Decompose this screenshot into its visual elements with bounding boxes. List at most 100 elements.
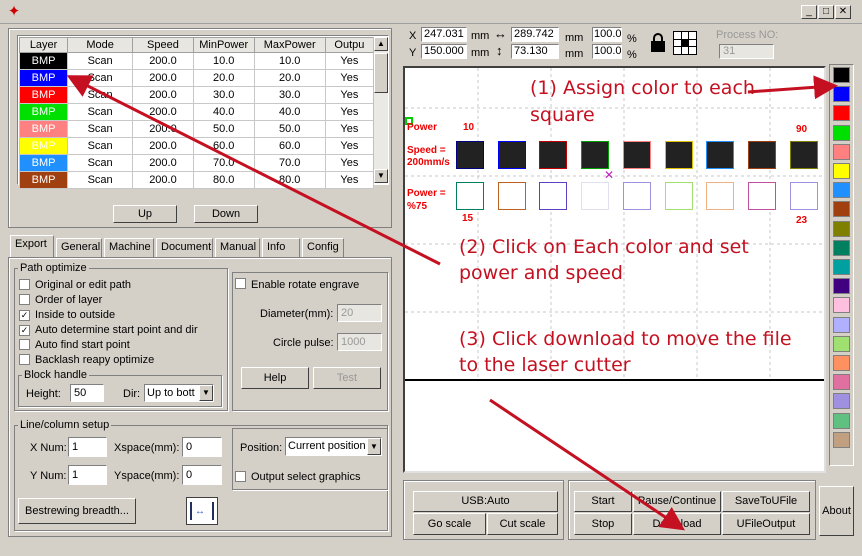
layer-row[interactable]: BMP Scan 200.0 50.0 50.0 Yes xyxy=(18,120,375,138)
layer-column-header[interactable]: MinPower xyxy=(192,37,255,53)
layer-cell[interactable]: 20.0 xyxy=(192,69,255,87)
layer-column-header[interactable]: Speed xyxy=(132,37,194,53)
start-button[interactable]: Start xyxy=(574,491,632,512)
height-input[interactable]: 50 xyxy=(70,384,104,402)
minimize-button[interactable]: _ xyxy=(801,5,817,19)
engrave-square[interactable] xyxy=(706,141,735,169)
layer-cell[interactable]: Scan xyxy=(67,103,134,121)
layer-cell[interactable]: Yes xyxy=(324,52,375,70)
layer-cell[interactable]: Yes xyxy=(324,103,375,121)
layer-cell[interactable]: 80.0 xyxy=(192,171,255,189)
layer-cell[interactable]: 30.0 xyxy=(253,86,326,104)
stop-button[interactable]: Stop xyxy=(574,513,632,535)
layer-row[interactable]: BMP Scan 200.0 70.0 70.0 Yes xyxy=(18,154,375,172)
diameter-input[interactable]: 20 xyxy=(337,304,382,322)
color-swatch[interactable] xyxy=(833,201,850,218)
tab-machine[interactable]: Machine xyxy=(104,238,154,257)
layer-column-header[interactable]: Layer xyxy=(18,37,69,53)
color-swatch[interactable] xyxy=(833,278,850,295)
layer-row[interactable]: BMP Scan 200.0 40.0 40.0 Yes xyxy=(18,103,375,121)
scroll-thumb[interactable] xyxy=(374,53,388,93)
outline-square[interactable] xyxy=(747,182,776,210)
x-input[interactable]: 247.031 xyxy=(421,27,467,42)
layer-color-cell[interactable]: BMP xyxy=(18,103,69,121)
outline-square[interactable] xyxy=(497,182,526,210)
layer-cell[interactable]: Scan xyxy=(67,171,134,189)
tab-info[interactable]: Info xyxy=(262,238,300,257)
chevron-down-icon[interactable]: ▼ xyxy=(199,385,213,401)
layer-table-scrollbar[interactable]: ▲ ▼ xyxy=(373,37,388,183)
layer-color-cell[interactable]: BMP xyxy=(18,154,69,172)
layer-cell[interactable]: Yes xyxy=(324,154,375,172)
scroll-up-icon[interactable]: ▲ xyxy=(374,37,388,51)
layer-up-button[interactable]: Up xyxy=(113,205,177,223)
go-scale-button[interactable]: Go scale xyxy=(413,513,486,535)
outline-square[interactable] xyxy=(581,182,610,210)
color-swatch[interactable] xyxy=(833,393,850,410)
color-swatch[interactable] xyxy=(833,124,850,141)
engrave-square[interactable] xyxy=(497,141,526,169)
engrave-square[interactable] xyxy=(622,141,651,169)
layer-column-header[interactable]: Outpu xyxy=(324,37,375,53)
layer-cell[interactable]: 200.0 xyxy=(132,52,194,70)
color-swatch[interactable] xyxy=(833,297,850,314)
enable-rotate-checkbox[interactable] xyxy=(235,278,246,292)
tab-export[interactable]: Export xyxy=(10,235,54,258)
layer-cell[interactable]: Scan xyxy=(67,69,134,87)
layer-cell[interactable]: 200.0 xyxy=(132,69,194,87)
outline-square[interactable] xyxy=(664,182,693,210)
color-swatch[interactable] xyxy=(833,355,850,371)
layer-row[interactable]: BMP Scan 200.0 80.0 80.0 Yes xyxy=(18,171,375,189)
scale-x-input[interactable]: 100.0 xyxy=(592,27,622,42)
layer-cell[interactable]: 20.0 xyxy=(253,69,326,87)
layer-cell[interactable]: 30.0 xyxy=(192,86,255,104)
layer-color-cell[interactable]: BMP xyxy=(18,86,69,104)
layer-cell[interactable]: 40.0 xyxy=(192,103,255,121)
circle-pulse-input[interactable]: 1000 xyxy=(337,333,382,351)
layer-color-cell[interactable]: BMP xyxy=(18,69,69,87)
outline-square[interactable] xyxy=(456,182,484,210)
layer-cell[interactable]: Scan xyxy=(67,154,134,172)
layer-color-cell[interactable]: BMP xyxy=(18,120,69,138)
color-swatch[interactable] xyxy=(833,259,850,275)
output-select-checkbox[interactable] xyxy=(235,471,246,485)
layer-cell[interactable]: 70.0 xyxy=(192,154,255,172)
layer-cell[interactable]: 10.0 xyxy=(253,52,326,70)
color-swatch[interactable] xyxy=(833,143,850,160)
layer-row[interactable]: BMP Scan 200.0 10.0 10.0 Yes xyxy=(18,52,375,70)
layer-cell[interactable]: Yes xyxy=(324,137,375,155)
height-dim-input[interactable]: 73.130 xyxy=(511,44,559,59)
path-option-checkbox[interactable] xyxy=(19,294,30,308)
engrave-square[interactable] xyxy=(539,141,568,169)
layer-cell[interactable]: Yes xyxy=(324,69,375,87)
scale-y-input[interactable]: 100.0 xyxy=(592,44,622,59)
engrave-square[interactable] xyxy=(747,141,776,169)
layer-color-cell[interactable]: BMP xyxy=(18,52,69,70)
tab-manual[interactable]: Manual xyxy=(215,238,260,257)
layer-cell[interactable]: 200.0 xyxy=(132,86,194,104)
width-input[interactable]: 289.742 xyxy=(511,27,559,42)
layer-cell[interactable]: 200.0 xyxy=(132,154,194,172)
path-option-checkbox[interactable] xyxy=(19,339,30,353)
color-swatch[interactable] xyxy=(833,316,850,333)
path-option-checkbox[interactable]: ✓ xyxy=(19,324,30,336)
ynum-input[interactable]: 1 xyxy=(68,465,107,485)
color-swatch[interactable] xyxy=(833,105,850,122)
help-button[interactable]: Help xyxy=(241,367,309,389)
engrave-square[interactable] xyxy=(456,141,484,169)
path-option-checkbox[interactable]: ✓ xyxy=(19,309,30,321)
color-swatch[interactable] xyxy=(833,67,850,83)
layer-cell[interactable]: 200.0 xyxy=(132,171,194,189)
usb-auto-button[interactable]: USB:Auto xyxy=(413,491,558,512)
save-to-ufile-button[interactable]: SaveToUFile xyxy=(722,491,810,512)
layer-column-header[interactable]: Mode xyxy=(67,37,134,53)
layer-cell[interactable]: 40.0 xyxy=(253,103,326,121)
color-swatch[interactable] xyxy=(833,220,850,237)
color-swatch[interactable] xyxy=(833,374,850,391)
maximize-button[interactable]: □ xyxy=(818,5,834,19)
bestrew-preview-icon[interactable]: ↔ xyxy=(186,497,218,525)
layer-cell[interactable]: 50.0 xyxy=(253,120,326,138)
outline-square[interactable] xyxy=(539,182,568,210)
dir-select[interactable]: Up to bott ▼ xyxy=(144,384,214,402)
y-input[interactable]: 150.000 xyxy=(421,44,467,59)
